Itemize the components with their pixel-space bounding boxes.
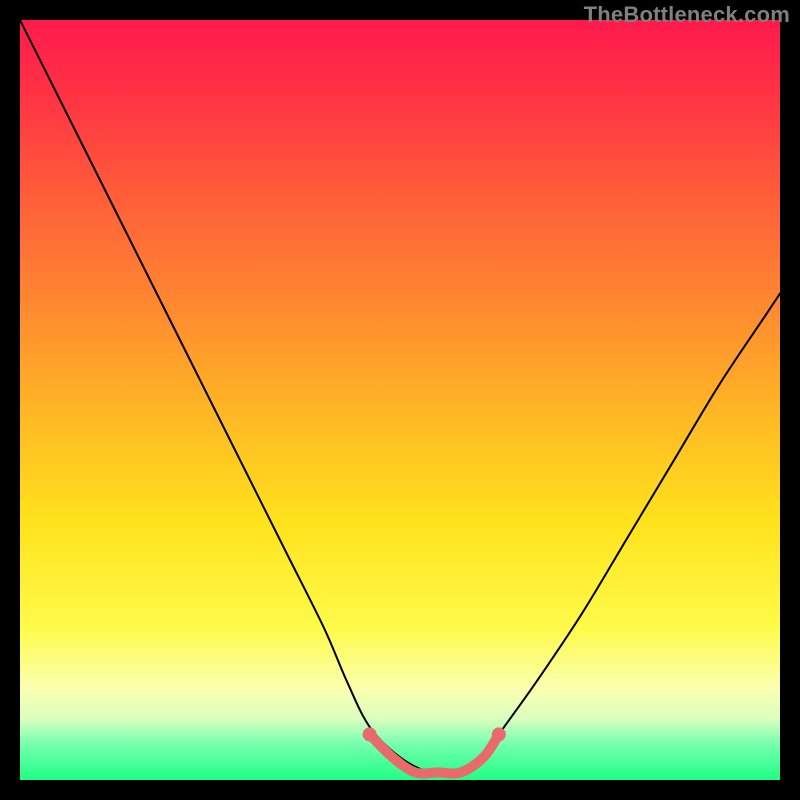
chart-container: TheBottleneck.com <box>0 0 800 800</box>
heat-gradient-background <box>20 20 780 780</box>
plot-area <box>20 20 780 780</box>
watermark-text: TheBottleneck.com <box>584 2 790 28</box>
